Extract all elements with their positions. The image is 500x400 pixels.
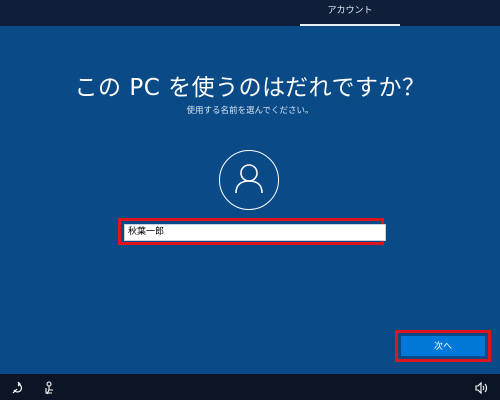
next-button-highlight: 次へ [395,330,491,362]
top-bar: アカウント [0,0,500,26]
main-panel: この PC を使うのはだれですか？ 使用する名前を選んでください。 次へ [0,26,500,374]
bottom-bar [0,374,500,400]
page-subtitle: 使用する名前を選んでください。 [186,106,314,116]
name-field-highlight [118,218,386,245]
page-title: この PC を使うのはだれですか？ [74,75,426,101]
tab-account[interactable]: アカウント [300,0,400,26]
volume-icon[interactable] [474,380,488,395]
ease-of-access-icon[interactable] [11,380,25,394]
user-name-input[interactable] [124,224,386,241]
setup-screen: アカウント この PC を使うのはだれですか？ 使用する名前を選んでください。 … [0,0,500,400]
user-avatar-icon [219,150,279,210]
accessibility-narrator-icon[interactable] [43,380,57,395]
next-button[interactable]: 次へ [401,336,485,356]
